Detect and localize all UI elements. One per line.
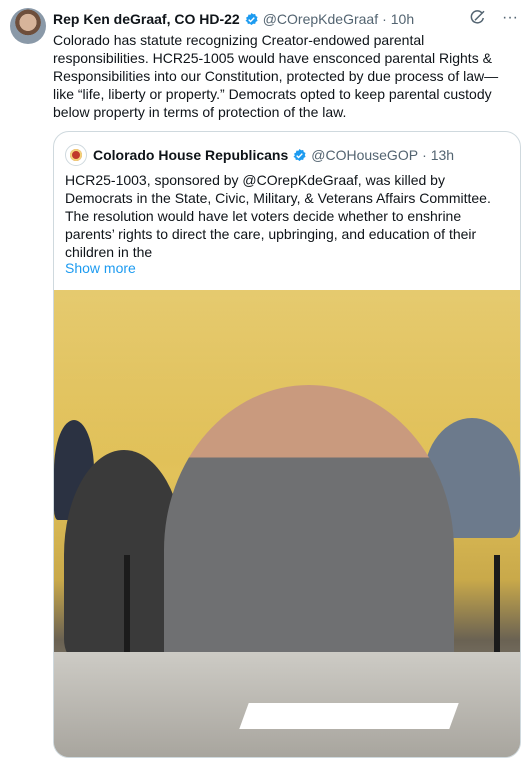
more-icon[interactable]: ··· [501,9,519,27]
author-handle[interactable]: @COrepKdeGraaf [263,11,378,27]
grok-icon[interactable] [469,9,487,27]
show-more-link[interactable]: Show more [65,260,136,276]
verified-badge-icon [245,12,258,25]
quoted-author-handle[interactable]: @COHouseGOP [311,147,418,163]
separator-dot: · [382,11,387,27]
quoted-author-name[interactable]: Colorado House Republicans [93,147,288,163]
author-name[interactable]: Rep Ken deGraaf, CO HD-22 [53,11,240,27]
tweet-header: Rep Ken deGraaf, CO HD-22 @COrepKdeGraaf… [53,9,519,29]
tweet-time[interactable]: 10h [391,11,414,27]
tweet-photo[interactable] [54,290,520,757]
tweet-text: Colorado has statute recognizing Creator… [53,32,499,120]
quoted-tweet-time[interactable]: 13h [431,147,454,163]
quoted-author-avatar[interactable] [65,144,87,166]
photo-paper [239,703,459,729]
separator-dot: · [422,147,427,163]
verified-badge-icon [293,148,306,161]
author-avatar[interactable] [10,8,46,44]
quoted-tweet-text: HCR25-1003, sponsored by @COrepKdeGraaf,… [65,172,491,260]
quoted-tweet-header: Colorado House Republicans @COHouseGOP ·… [65,144,454,166]
quoted-tweet[interactable]: Colorado House Republicans @COHouseGOP ·… [53,131,521,758]
